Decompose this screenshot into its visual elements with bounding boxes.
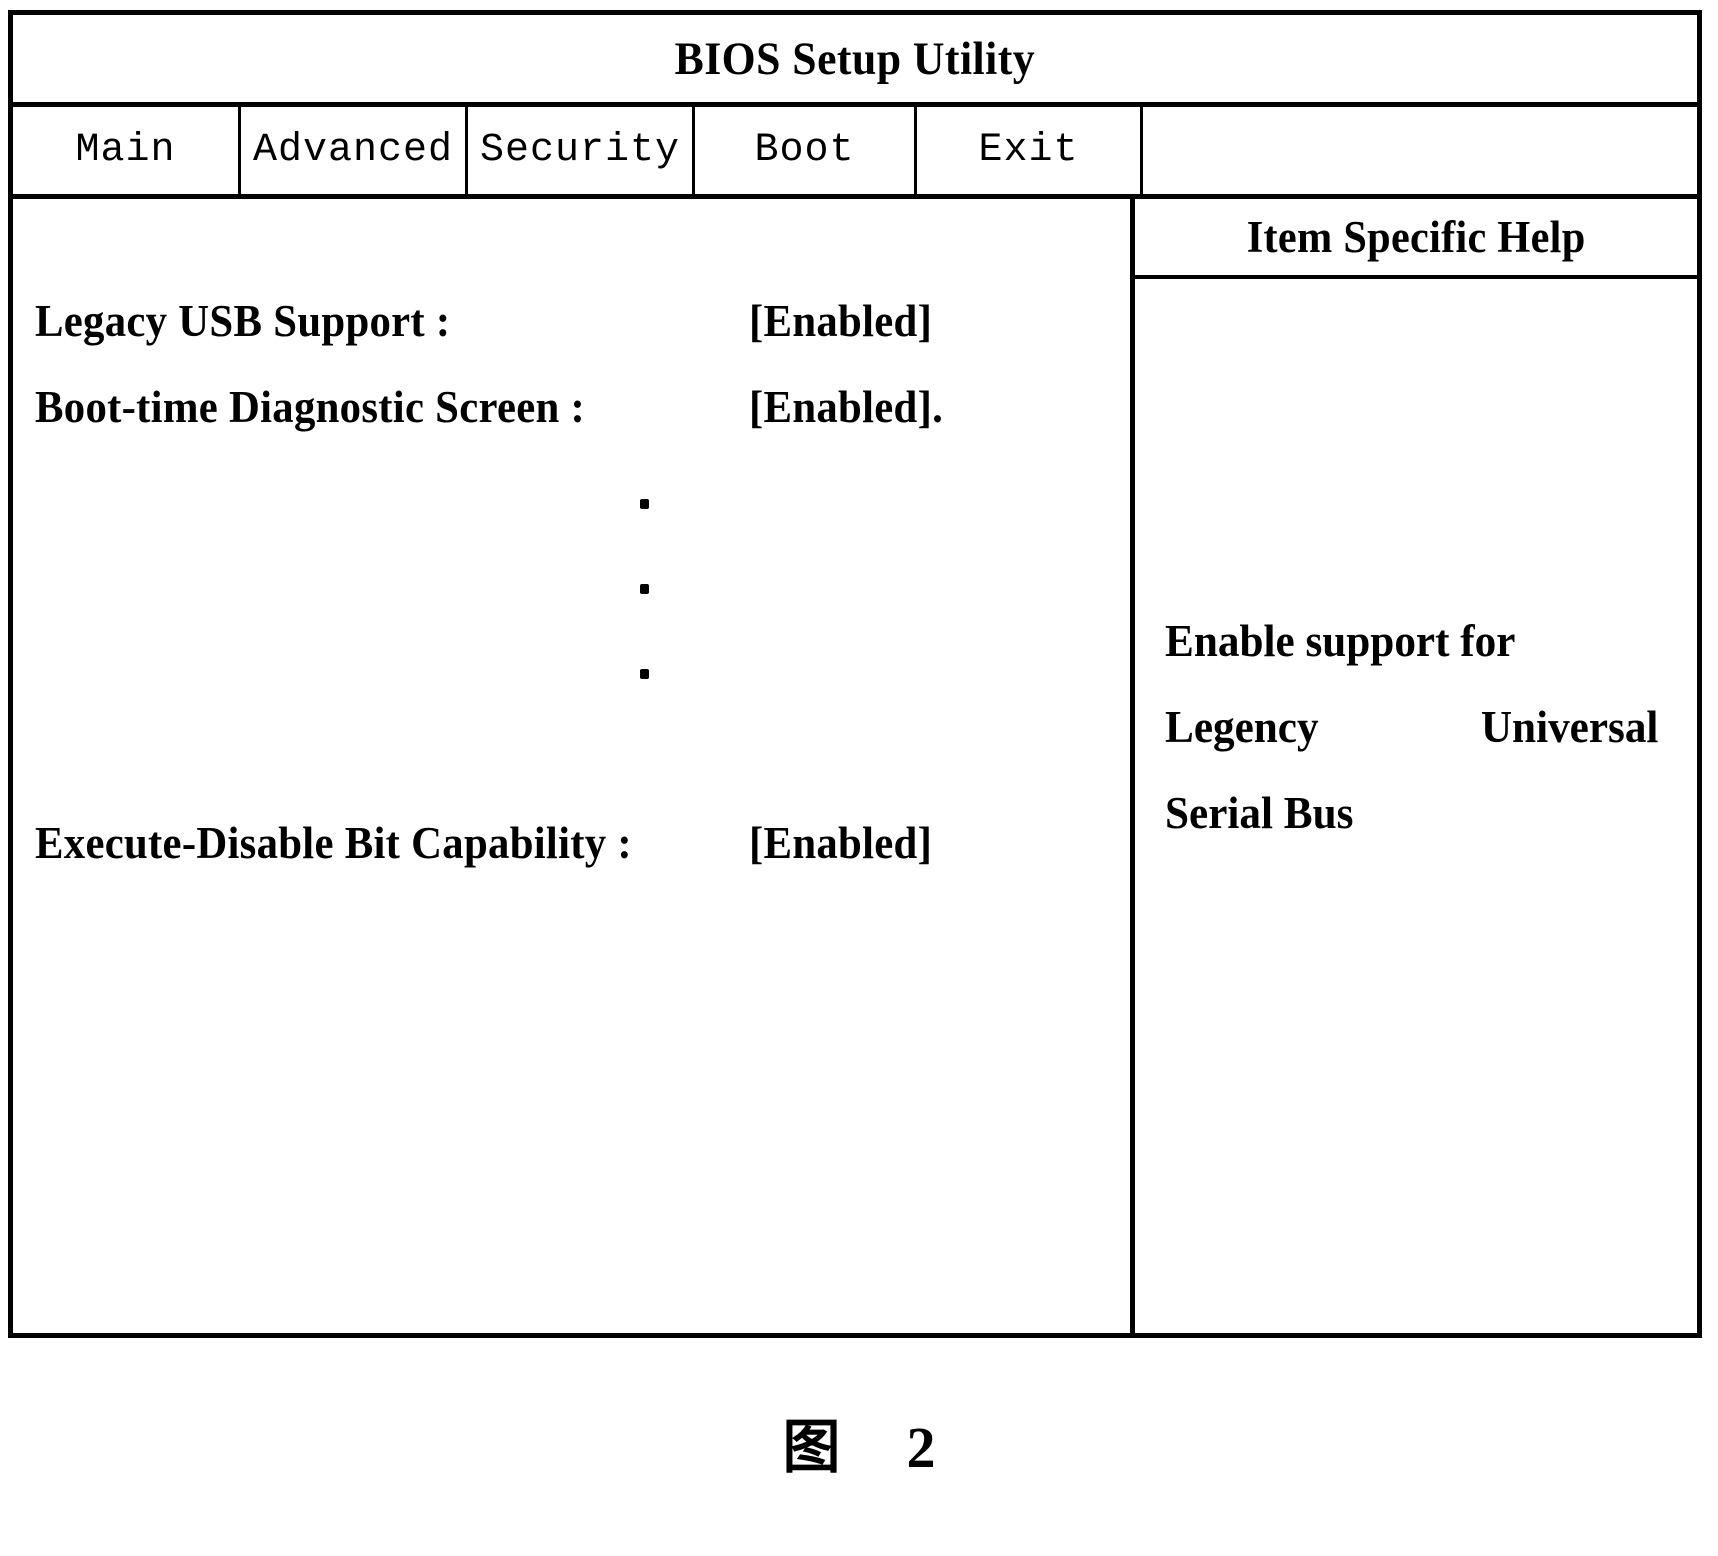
tab-security[interactable]: Security <box>468 107 695 194</box>
setting-value[interactable]: [Enabled] <box>749 295 932 347</box>
figure-caption: 图2 <box>0 1400 1718 1484</box>
vertical-ellipsis-icon <box>640 499 660 754</box>
help-pane-title: Item Specific Help <box>1246 212 1586 262</box>
setting-row-legacy-usb-support[interactable]: Legacy USB Support : [Enabled] <box>35 295 1120 347</box>
item-specific-help-pane: Item Specific Help Enable support for Le… <box>1135 199 1697 1333</box>
tab-boot[interactable]: Boot <box>695 107 917 194</box>
setting-label: Boot-time Diagnostic Screen : <box>35 382 586 432</box>
tab-advanced-label: Advanced <box>252 128 454 173</box>
setting-label: Legacy USB Support : <box>35 296 451 346</box>
setting-row-boot-time-diagnostic-screen[interactable]: Boot-time Diagnostic Screen : [Enabled]. <box>35 381 1120 433</box>
tab-security-label: Security <box>479 128 681 173</box>
content-area: Legacy USB Support : [Enabled] Boot-time… <box>13 199 1697 1333</box>
setting-label: Execute-Disable Bit Capability : <box>35 818 632 868</box>
menu-bar: Main Advanced Security Boot Exit <box>13 107 1697 199</box>
help-pane-header: Item Specific Help <box>1135 199 1697 279</box>
page-title: BIOS Setup Utility <box>674 32 1036 85</box>
tab-boot-label: Boot <box>754 128 855 173</box>
tab-advanced[interactable]: Advanced <box>241 107 468 194</box>
tab-exit-label: Exit <box>978 128 1079 173</box>
tab-main[interactable]: Main <box>13 107 241 194</box>
settings-pane: Legacy USB Support : [Enabled] Boot-time… <box>13 199 1135 1333</box>
ellipsis-dot <box>640 499 649 509</box>
figure-caption-label: 图 <box>782 1413 841 1481</box>
tab-main-label: Main <box>75 128 176 173</box>
help-text-segment: Universal <box>1480 702 1659 752</box>
setting-value[interactable]: [Enabled] <box>749 817 932 869</box>
setting-value[interactable]: [Enabled]. <box>749 381 943 433</box>
ellipsis-dot <box>640 584 649 594</box>
help-text-segment: Legency <box>1165 702 1319 752</box>
title-bar: BIOS Setup Utility <box>13 15 1697 107</box>
ellipsis-dot <box>640 669 649 679</box>
menu-bar-filler <box>1143 107 1697 194</box>
setting-row-execute-disable-bit-capability[interactable]: Execute-Disable Bit Capability : [Enable… <box>35 817 1120 869</box>
bios-setup-window: BIOS Setup Utility Main Advanced Securit… <box>8 10 1702 1338</box>
help-text-line: Enable support for <box>1165 616 1516 666</box>
figure-caption-number: 2 <box>906 1415 936 1480</box>
help-text-line: Legency Universal <box>1165 701 1658 753</box>
help-text-line: Serial Bus <box>1165 788 1354 838</box>
tab-exit[interactable]: Exit <box>917 107 1143 194</box>
